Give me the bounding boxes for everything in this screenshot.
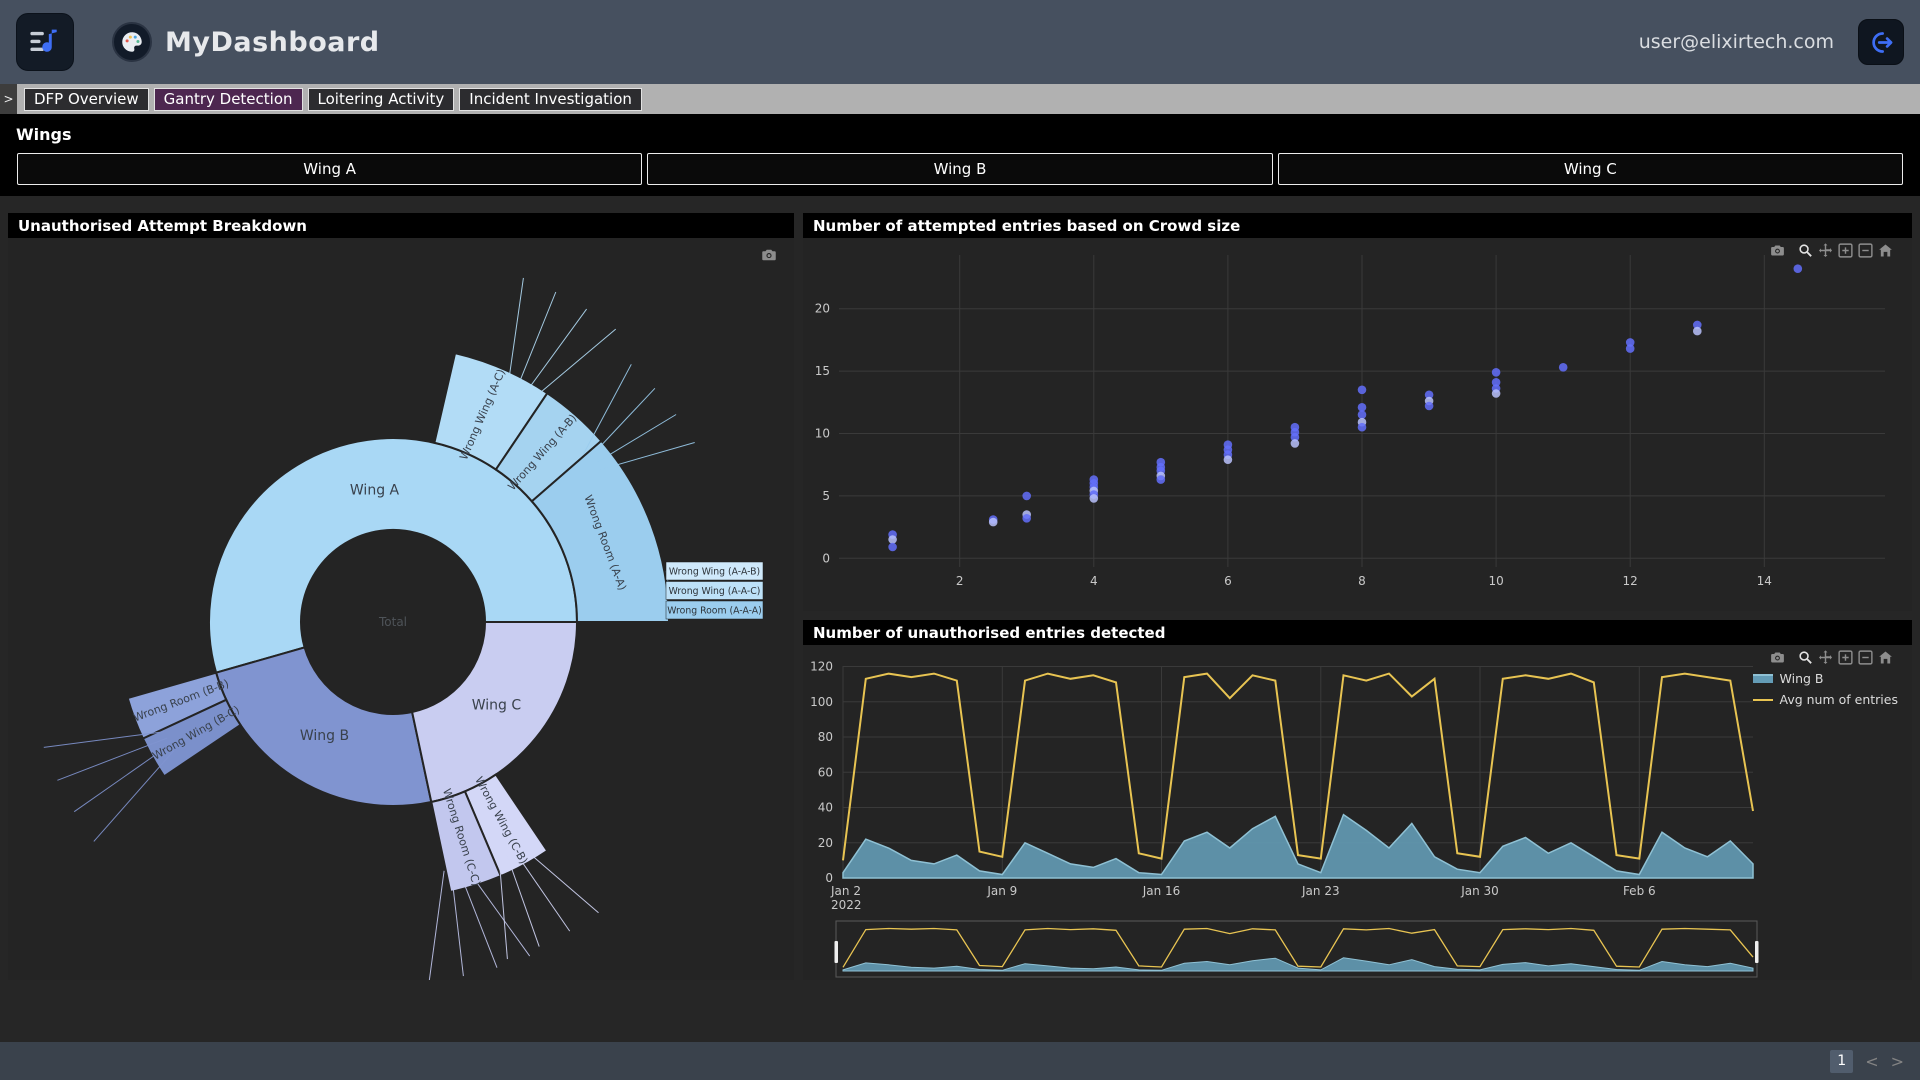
tabs: DFP OverviewGantry DetectionLoitering Ac… bbox=[24, 88, 642, 111]
svg-text:Wrong Wing (A-A-B): Wrong Wing (A-A-B) bbox=[669, 567, 760, 578]
svg-text:20: 20 bbox=[818, 836, 833, 850]
scatter-panel: Number of attempted entries based on Cro… bbox=[803, 213, 1912, 611]
sunburst-chart[interactable]: Wing AWing BWing CWrong Wing (A-C)Wrong … bbox=[8, 238, 794, 980]
rangeslider-handle-right bbox=[1755, 941, 1759, 963]
tab-incident-investigation[interactable]: Incident Investigation bbox=[459, 88, 642, 111]
next-page-button[interactable]: > bbox=[1891, 1052, 1904, 1071]
svg-text:Wing A: Wing A bbox=[350, 482, 400, 498]
zoom-out-icon[interactable] bbox=[1857, 649, 1874, 666]
home-icon[interactable] bbox=[1877, 649, 1894, 666]
tab-dfp-overview[interactable]: DFP Overview bbox=[24, 88, 149, 111]
svg-text:2: 2 bbox=[956, 574, 964, 588]
svg-text:60: 60 bbox=[818, 765, 833, 779]
pan-icon[interactable] bbox=[1817, 649, 1834, 666]
wing-button-wing-a[interactable]: Wing A bbox=[17, 153, 642, 185]
brand: MyDashboard bbox=[112, 22, 380, 62]
svg-text:12: 12 bbox=[1623, 574, 1638, 588]
page-number[interactable]: 1 bbox=[1830, 1050, 1853, 1073]
svg-text:40: 40 bbox=[818, 801, 833, 815]
logout-button[interactable] bbox=[1858, 19, 1904, 65]
rangeslider-handle-left bbox=[835, 941, 839, 963]
page-title: MyDashboard bbox=[165, 27, 380, 58]
prev-page-button[interactable]: < bbox=[1865, 1052, 1878, 1071]
svg-text:6: 6 bbox=[1224, 574, 1232, 588]
wing-button-wing-c[interactable]: Wing C bbox=[1278, 153, 1903, 185]
tab-gantry-detection[interactable]: Gantry Detection bbox=[154, 88, 303, 111]
wings-section: Wings Wing AWing BWing C bbox=[0, 114, 1920, 196]
chart-legend: Wing B Avg num of entries bbox=[1753, 671, 1898, 713]
zoom-icon[interactable] bbox=[1797, 242, 1814, 259]
svg-text:Jan 30: Jan 30 bbox=[1460, 884, 1499, 898]
bottom-bar: 1 < > bbox=[0, 1042, 1920, 1080]
timeseries-chart[interactable]: 0 20 40 60 80 100 120 Jan 22022 Jan 9 Jan 16 Jan 2… bbox=[803, 645, 1912, 980]
svg-text:Wrong Wing (A-A-C): Wrong Wing (A-A-C) bbox=[669, 586, 761, 597]
svg-text:120: 120 bbox=[810, 660, 833, 674]
legend-swatch bbox=[1753, 674, 1773, 683]
timeseries-chart-toolbar bbox=[1769, 649, 1894, 666]
svg-text:80: 80 bbox=[818, 730, 833, 744]
tab-bar: > DFP OverviewGantry DetectionLoitering … bbox=[0, 84, 1920, 114]
svg-text:Total: Total bbox=[378, 615, 407, 629]
palette-icon bbox=[112, 22, 152, 62]
svg-text:Feb 6: Feb 6 bbox=[1623, 884, 1656, 898]
legend-item-avg-num-of-entries[interactable]: Avg num of entries bbox=[1753, 692, 1898, 707]
camera-icon[interactable] bbox=[760, 246, 778, 264]
wing-buttons: Wing AWing BWing C bbox=[17, 153, 1903, 185]
svg-text:0: 0 bbox=[822, 551, 830, 565]
zoom-icon[interactable] bbox=[1797, 649, 1814, 666]
svg-text:10: 10 bbox=[815, 427, 830, 441]
svg-text:15: 15 bbox=[815, 364, 830, 378]
svg-text:0: 0 bbox=[825, 871, 833, 885]
svg-text:4: 4 bbox=[1090, 574, 1098, 588]
svg-text:Jan 2: Jan 2 bbox=[830, 884, 861, 898]
home-icon[interactable] bbox=[1877, 242, 1894, 259]
sunburst-panel: Unauthorised Attempt Breakdown Wing A Win… bbox=[8, 213, 794, 980]
user-email: user@elixirtech.com bbox=[1639, 31, 1834, 53]
svg-text:8: 8 bbox=[1358, 574, 1366, 588]
timeseries-panel: Number of unauthorised entries detected … bbox=[803, 620, 1912, 980]
wing-button-wing-b[interactable]: Wing B bbox=[647, 153, 1272, 185]
scatter-panel-title: Number of attempted entries based on Cro… bbox=[803, 213, 1912, 238]
top-bar: MyDashboard user@elixirtech.com bbox=[0, 0, 1920, 84]
tab-loitering-activity[interactable]: Loitering Activity bbox=[308, 88, 455, 111]
tab-scroll-chevron-icon[interactable]: > bbox=[0, 84, 17, 114]
right-column: Number of attempted entries based on Cro… bbox=[803, 213, 1912, 980]
legend-label: Wing B bbox=[1780, 671, 1824, 686]
pan-icon[interactable] bbox=[1817, 242, 1834, 259]
legend-swatch bbox=[1753, 699, 1773, 701]
svg-text:20: 20 bbox=[815, 302, 830, 316]
legend-item-wing-b[interactable]: Wing B bbox=[1753, 671, 1898, 686]
svg-text:14: 14 bbox=[1757, 574, 1772, 588]
zoom-in-icon[interactable] bbox=[1837, 242, 1854, 259]
svg-text:Jan 16: Jan 16 bbox=[1142, 884, 1181, 898]
scatter-chart[interactable]: 2 4 6 8 10 12 14 0 5 10 15 20 bbox=[803, 238, 1912, 611]
wings-label: Wings bbox=[0, 120, 1920, 153]
svg-text:2022: 2022 bbox=[831, 898, 862, 912]
svg-text:Wing B: Wing B bbox=[300, 728, 349, 744]
svg-text:100: 100 bbox=[810, 695, 833, 709]
legend-label: Avg num of entries bbox=[1780, 692, 1898, 707]
svg-text:Wrong Room (A-A-A): Wrong Room (A-A-A) bbox=[667, 606, 762, 617]
svg-text:5: 5 bbox=[822, 489, 830, 503]
logout-icon bbox=[1868, 29, 1895, 56]
zoom-in-icon[interactable] bbox=[1837, 649, 1854, 666]
svg-text:Wing C: Wing C bbox=[472, 698, 522, 714]
svg-text:10: 10 bbox=[1488, 574, 1503, 588]
main-content: Unauthorised Attempt Breakdown Wing A Win… bbox=[0, 196, 1920, 980]
scatter-chart-toolbar bbox=[1769, 242, 1894, 259]
sunburst-panel-title: Unauthorised Attempt Breakdown bbox=[8, 213, 794, 238]
camera-icon[interactable] bbox=[1769, 649, 1786, 666]
camera-icon[interactable] bbox=[1769, 242, 1786, 259]
spacer bbox=[0, 980, 1920, 1042]
svg-text:Jan 23: Jan 23 bbox=[1301, 884, 1340, 898]
menu-button[interactable] bbox=[16, 13, 74, 71]
zoom-out-icon[interactable] bbox=[1857, 242, 1874, 259]
timeseries-panel-title: Number of unauthorised entries detected bbox=[803, 620, 1912, 645]
app-logo-icon bbox=[27, 24, 63, 60]
svg-text:Jan 9: Jan 9 bbox=[986, 884, 1017, 898]
